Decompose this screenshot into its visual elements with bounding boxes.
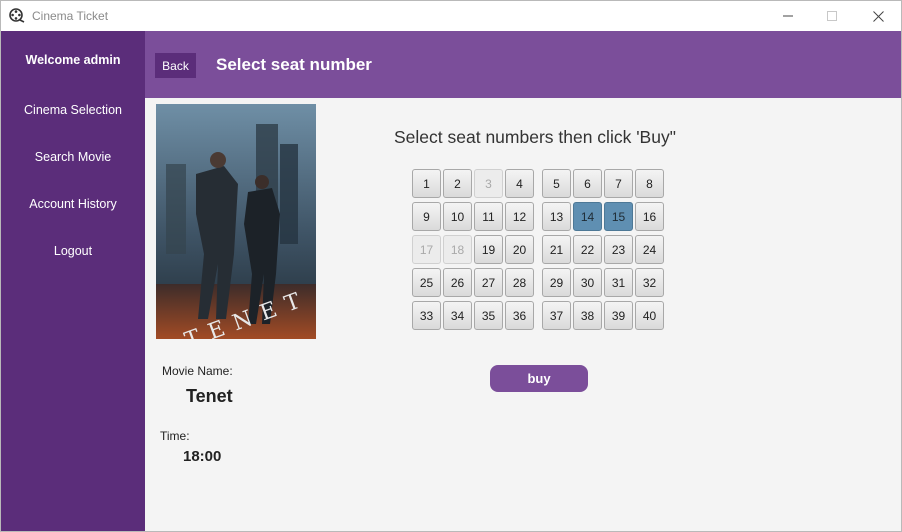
seat-button-12[interactable]: 12 — [505, 202, 534, 231]
minimize-icon — [783, 15, 793, 17]
seat-button-4[interactable]: 4 — [505, 169, 534, 198]
sidebar-item-search-movie[interactable]: Search Movie — [1, 142, 145, 172]
seat-button-3: 3 — [474, 169, 503, 198]
seat-button-24[interactable]: 24 — [635, 235, 664, 264]
sidebar: Welcome admin Cinema Selection Search Mo… — [1, 31, 145, 531]
seat-button-40[interactable]: 40 — [635, 301, 664, 330]
page-header: Back Select seat number — [145, 31, 901, 98]
seat-button-39[interactable]: 39 — [604, 301, 633, 330]
close-button[interactable] — [855, 1, 901, 31]
seat-button-18: 18 — [443, 235, 472, 264]
seat-button-22[interactable]: 22 — [573, 235, 602, 264]
seat-button-8[interactable]: 8 — [635, 169, 664, 198]
seat-button-36[interactable]: 36 — [505, 301, 534, 330]
welcome-text: Welcome admin — [25, 53, 121, 67]
time-label: Time: — [160, 429, 190, 443]
seat-button-10[interactable]: 10 — [443, 202, 472, 231]
seat-button-31[interactable]: 31 — [604, 268, 633, 297]
seat-button-27[interactable]: 27 — [474, 268, 503, 297]
seat-button-38[interactable]: 38 — [573, 301, 602, 330]
minimize-button[interactable] — [765, 1, 811, 31]
seat-button-5[interactable]: 5 — [542, 169, 571, 198]
seat-button-26[interactable]: 26 — [443, 268, 472, 297]
seat-button-33[interactable]: 33 — [412, 301, 441, 330]
seat-button-28[interactable]: 28 — [505, 268, 534, 297]
seat-button-1[interactable]: 1 — [412, 169, 441, 198]
seat-button-7[interactable]: 7 — [604, 169, 633, 198]
page-title: Select seat number — [216, 55, 372, 74]
seat-button-32[interactable]: 32 — [635, 268, 664, 297]
seat-button-34[interactable]: 34 — [443, 301, 472, 330]
time-value: 18:00 — [183, 448, 222, 465]
movie-poster: TENET — [156, 104, 316, 339]
back-button[interactable]: Back — [155, 53, 196, 78]
seat-button-6[interactable]: 6 — [573, 169, 602, 198]
maximize-icon — [827, 11, 837, 21]
title-bar: Cinema Ticket — [1, 1, 901, 31]
sidebar-item-cinema-selection[interactable]: Cinema Selection — [1, 95, 145, 125]
app-window: Cinema Ticket Welcome admin Cinema Selec… — [0, 0, 902, 532]
sidebar-item-logout[interactable]: Logout — [1, 236, 145, 266]
instruction-text: Select seat numbers then click 'Buy" — [394, 127, 676, 147]
seat-button-13[interactable]: 13 — [542, 202, 571, 231]
seat-button-29[interactable]: 29 — [542, 268, 571, 297]
buy-button[interactable]: buy — [490, 365, 588, 392]
seat-button-20[interactable]: 20 — [505, 235, 534, 264]
window-title: Cinema Ticket — [32, 9, 109, 23]
seat-button-9[interactable]: 9 — [412, 202, 441, 231]
movie-name-value: Tenet — [186, 386, 233, 406]
seat-button-35[interactable]: 35 — [474, 301, 503, 330]
seat-selection-panel: TENET Movie Name: Tenet Time: 18:00 Sele… — [145, 98, 901, 531]
film-reel-icon — [9, 8, 25, 24]
seat-button-21[interactable]: 21 — [542, 235, 571, 264]
seat-button-25[interactable]: 25 — [412, 268, 441, 297]
maximize-button[interactable] — [809, 1, 855, 31]
sidebar-item-account-history[interactable]: Account History — [1, 189, 145, 219]
seat-button-14[interactable]: 14 — [573, 202, 602, 231]
seat-button-17: 17 — [412, 235, 441, 264]
movie-name-label: Movie Name: — [162, 364, 233, 378]
close-icon — [872, 10, 884, 22]
seat-button-16[interactable]: 16 — [635, 202, 664, 231]
seat-button-37[interactable]: 37 — [542, 301, 571, 330]
seat-button-19[interactable]: 19 — [474, 235, 503, 264]
seat-button-11[interactable]: 11 — [474, 202, 503, 231]
seat-button-15[interactable]: 15 — [604, 202, 633, 231]
seat-button-2[interactable]: 2 — [443, 169, 472, 198]
seat-button-23[interactable]: 23 — [604, 235, 633, 264]
seat-button-30[interactable]: 30 — [573, 268, 602, 297]
